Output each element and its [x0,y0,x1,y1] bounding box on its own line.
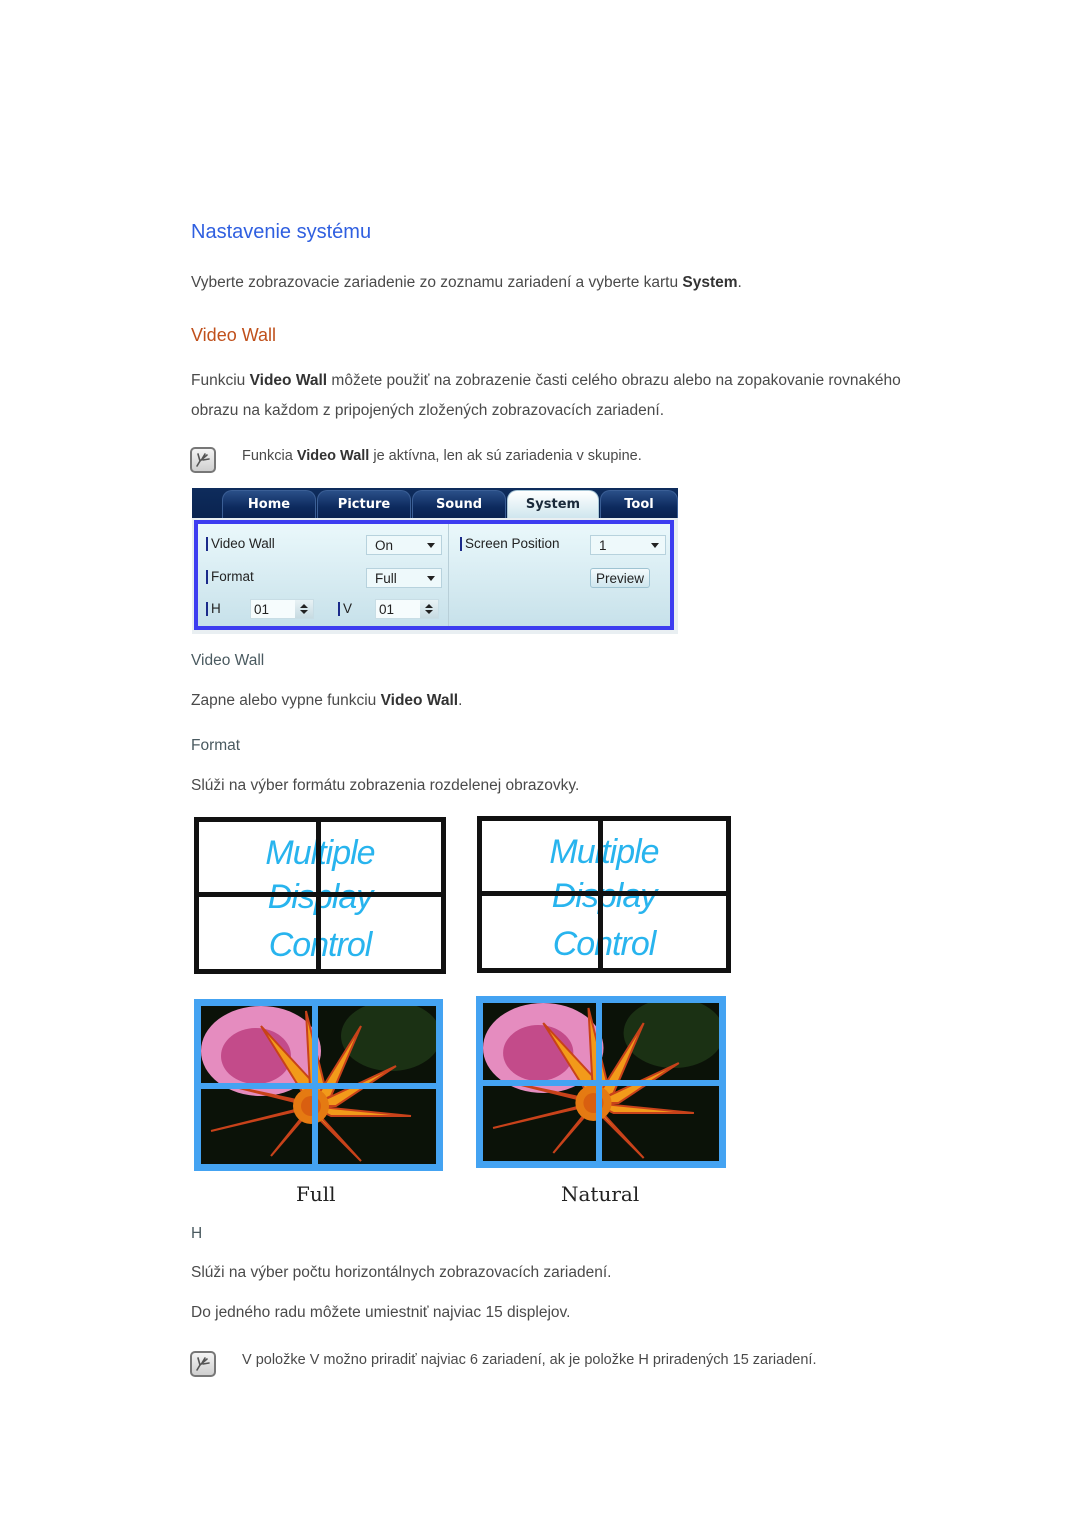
note1-bold: Video Wall [296,448,370,464]
h-value: 01 [254,601,270,617]
desc-text: Funkciu [191,372,250,389]
chevron-down-icon [651,543,659,548]
intro-paragraph: Vyberte zobrazovacie zariadenie zo zozna… [191,268,742,298]
section-title: Nastavenie systému [191,221,372,243]
intro-bold: System [682,274,738,291]
caption-natural: Natural [561,1182,640,1206]
system-tab-content: Video Wall On Format Full H 01 V 01 Scre… [194,520,674,630]
tab-picture[interactable]: Picture [317,490,411,518]
chevron-down-icon [427,576,435,581]
vw-desc-bold: Video Wall [380,692,459,709]
note1-text: Funkcia [242,448,297,464]
screen-position-label-text: Screen Position [465,536,560,551]
system-settings-panel: Home Picture Sound System Tool Video Wal… [192,488,678,634]
figure-full-text: Multiple Display Control [194,817,446,974]
v-value: 01 [379,601,395,617]
note1-text-end: je aktívna, len ak sú zariadenia v skupi… [369,448,642,464]
note-2-text: V položke V možno priradiť najviac 6 zar… [242,1352,817,1368]
h-description-1: Slúži na výber počtu horizontálnych zobr… [191,1264,612,1281]
vw-desc-text: Zapne alebo vypne funkciu [191,692,381,709]
note-1-text: Funkcia Video Wall je aktívna, len ak sú… [242,441,642,471]
intro-text-end: . [737,274,742,291]
flower-image [201,1006,436,1164]
h-label: H [206,601,221,616]
format-value: Full [375,570,397,586]
preview-button[interactable]: Preview [590,568,650,588]
bezel-horizontal [199,892,441,897]
vw-desc-end: . [458,692,463,709]
chevron-down-icon [427,543,435,548]
bezel-horizontal [201,1083,436,1089]
v-label: V [338,601,352,616]
note-pencil-icon [190,1351,216,1377]
v-label-text: V [343,601,353,616]
screen-position-value: 1 [599,537,607,553]
caption-full: Full [296,1182,336,1206]
note-pencil-icon [190,447,216,473]
video-wall-label-text: Video Wall [211,536,275,551]
description-paragraph: Funkciu Video Wall môžete použiť na zobr… [191,366,1021,426]
format-label-text: Format [211,569,254,584]
tab-system[interactable]: System [507,490,599,518]
format-label: Format [206,569,254,584]
description-line-1: Funkciu Video Wall môžete použiť na zobr… [191,366,1021,396]
figure-natural-text: Multiple Display Control [477,816,731,973]
screen-position-select[interactable]: 1 [590,535,666,555]
bezel-horizontal [483,1080,719,1086]
video-wall-select[interactable]: On [366,535,442,555]
video-wall-subheading: Video Wall [191,652,265,669]
desc-text-rest: môžete použiť na zobrazenie časti celého… [327,372,901,389]
column-divider [448,524,449,626]
flower-image [483,1003,719,1161]
mdc-line-2: Display [551,877,657,915]
stepper-arrows-icon[interactable] [295,600,313,618]
h-subheading: H [191,1225,203,1242]
desc-bold: Video Wall [249,372,328,389]
tab-home[interactable]: Home [222,490,316,518]
v-stepper[interactable]: 01 [375,599,439,619]
tab-sound[interactable]: Sound [412,490,506,518]
description-line-2: obrazu na každom z pripojených zložených… [191,402,665,419]
h-stepper[interactable]: 01 [250,599,314,619]
tab-tool[interactable]: Tool [600,490,678,518]
intro-text: Vyberte zobrazovacie zariadenie zo zozna… [191,274,683,291]
figure-natural-flower [476,996,726,1168]
format-select[interactable]: Full [366,568,442,588]
video-wall-heading: Video Wall [191,325,277,345]
bezel-horizontal [482,891,726,896]
video-wall-value: On [375,537,394,553]
video-wall-description: Zapne alebo vypne funkciu Video Wall. [191,686,462,716]
screen-position-label: Screen Position [460,536,560,551]
stepper-arrows-icon[interactable] [420,600,438,618]
video-wall-label: Video Wall [206,536,275,551]
h-label-text: H [211,601,221,616]
format-subheading: Format [191,737,241,754]
mdc-line-3: Control [552,925,657,963]
tab-bar: Home Picture Sound System Tool [192,488,678,518]
h-description-2: Do jedného radu môžete umiestniť najviac… [191,1304,571,1321]
mdc-line-1: Multiple [549,833,659,871]
format-description: Slúži na výber formátu zobrazenia rozdel… [191,777,580,794]
figure-full-flower [194,999,443,1171]
